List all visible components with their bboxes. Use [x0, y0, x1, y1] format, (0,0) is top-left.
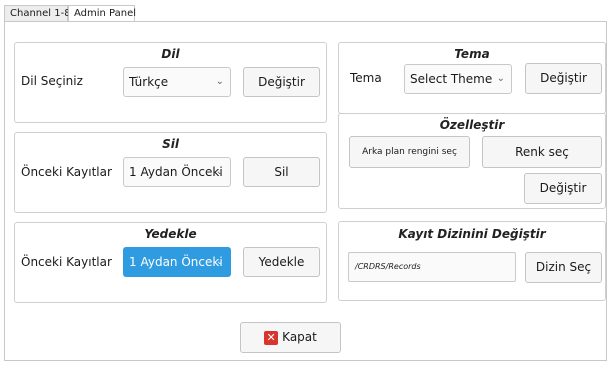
delete-label: Önceki Kayıtlar [21, 165, 112, 179]
delete-title: Sil [162, 137, 179, 151]
backup-label: Önceki Kayıtlar [21, 255, 112, 269]
customize-title: Özelleştir [439, 118, 505, 132]
chevron-down-icon: ⌄ [215, 256, 224, 267]
theme-select-value: Select Theme [410, 72, 493, 86]
chevron-down-icon: ⌄ [496, 73, 505, 84]
record-directory-path: /CRDRS/Records [348, 252, 516, 282]
background-color-button[interactable]: Arka plan rengini seç [349, 136, 470, 168]
directory-select-button[interactable]: Dizin Seç [525, 252, 602, 283]
theme-group: Tema Tema Select Theme ⌄ Değiştir [338, 42, 606, 114]
backup-period-select[interactable]: 1 Aydan Önceki ⌄ [123, 247, 231, 277]
theme-title: Tema [454, 47, 490, 61]
delete-period-value: 1 Aydan Önceki [129, 165, 223, 179]
backup-period-value: 1 Aydan Önceki [129, 255, 223, 269]
theme-label: Tema [350, 71, 382, 85]
theme-change-button[interactable]: Değiştir [525, 63, 602, 94]
backup-title: Yedekle [144, 227, 197, 241]
chevron-down-icon: ⌄ [215, 166, 224, 177]
language-group: Dil Dil Seçiniz Türkçe ⌄ Değiştir [14, 42, 327, 123]
close-icon: ✕ [264, 330, 279, 345]
delete-button[interactable]: Sil [243, 157, 320, 187]
chevron-down-icon: ⌄ [215, 76, 224, 87]
backup-button[interactable]: Yedekle [243, 247, 320, 277]
language-label: Dil Seçiniz [21, 74, 83, 88]
record-directory-title: Kayıt Dizinini Değiştir [398, 227, 546, 241]
color-pick-button[interactable]: Renk seç [482, 136, 602, 168]
tab-channel[interactable]: Channel 1-8 [4, 5, 71, 21]
customize-group: Özelleştir Arka plan rengini seç Renk se… [338, 113, 606, 209]
language-select-value: Türkçe [129, 75, 169, 89]
theme-select[interactable]: Select Theme ⌄ [404, 64, 512, 94]
language-select[interactable]: Türkçe ⌄ [123, 67, 231, 97]
close-button-label: Kapat [282, 330, 317, 344]
customize-apply-button[interactable]: Değiştir [524, 173, 602, 204]
delete-group: Sil Önceki Kayıtlar 1 Aydan Önceki ⌄ Sil [14, 132, 327, 213]
backup-group: Yedekle Önceki Kayıtlar 1 Aydan Önceki ⌄… [14, 222, 327, 303]
close-button[interactable]: ✕ Kapat [240, 322, 341, 353]
record-directory-group: Kayıt Dizinini Değiştir /CRDRS/Records D… [338, 221, 606, 301]
delete-period-select[interactable]: 1 Aydan Önceki ⌄ [123, 157, 231, 187]
tab-admin-panel[interactable]: Admin Panel [68, 5, 136, 22]
language-title: Dil [161, 47, 180, 61]
language-change-button[interactable]: Değiştir [243, 67, 320, 97]
admin-panel: Dil Dil Seçiniz Türkçe ⌄ Değiştir Sil Ön… [4, 21, 607, 361]
